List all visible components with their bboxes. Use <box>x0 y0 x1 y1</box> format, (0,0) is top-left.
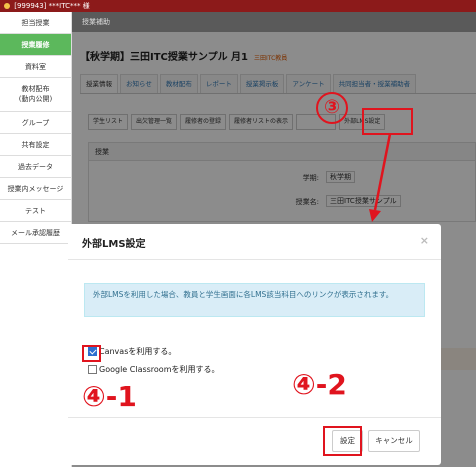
sidebar-item-past-data[interactable]: 過去データ <box>0 156 71 178</box>
highlight-save-button <box>323 426 362 456</box>
header-band: 授業補助 <box>72 12 476 32</box>
step4-1-callout: ④-1 <box>82 380 137 413</box>
cancel-button[interactable]: キャンセル <box>368 430 420 452</box>
sidebar-item-materials[interactable]: 教材配布 (動内公開) <box>0 78 71 112</box>
step3-badge: ③ <box>316 92 348 124</box>
sidebar: 担当授業 授業履修 資料室 教材配布 (動内公開) グループ 共有設定 過去デー… <box>0 12 72 467</box>
modal-header: 外部LMS設定 × <box>68 224 441 260</box>
sidebar-item-resources[interactable]: 資料室 <box>0 56 71 78</box>
sidebar-item-tests[interactable]: テスト <box>0 200 71 222</box>
sidebar-item-groups[interactable]: グループ <box>0 112 71 134</box>
canvas-option-label: Canvasを利用する。 <box>99 347 177 356</box>
modal-title: 外部LMS設定 <box>82 239 146 250</box>
canvas-option[interactable]: Canvasを利用する。 <box>88 347 176 357</box>
user-text: [999943] ***ITC*** 様 <box>14 2 90 10</box>
sidebar-item-messages[interactable]: 授業内メッセージ <box>0 178 71 200</box>
info-alert: 外部LMSを利用した場合、教員と学生画面に各LMS該当科目へのリンクが表示されま… <box>84 283 425 317</box>
step4-2-callout: ④-2 <box>292 368 347 401</box>
highlight-lms-tab <box>362 108 413 135</box>
sidebar-item-enrolled[interactable]: 授業履修 <box>0 34 71 56</box>
sidebar-item-sharing[interactable]: 共有設定 <box>0 134 71 156</box>
user-icon <box>4 3 10 9</box>
google-classroom-option-label: Google Classroomを利用する。 <box>99 365 220 374</box>
step3-callout: ③ <box>316 92 348 124</box>
external-lms-modal: 外部LMS設定 × 外部LMSを利用した場合、教員と学生画面に各LMS該当科目へ… <box>68 224 441 465</box>
google-classroom-option[interactable]: Google Classroomを利用する。 <box>88 365 220 375</box>
modal-footer: 設定 キャンセル <box>68 417 441 465</box>
google-classroom-checkbox[interactable] <box>88 365 97 374</box>
header-band-label: 授業補助 <box>82 18 110 26</box>
sidebar-item-mail-history[interactable]: メール承認履歴 <box>0 222 71 244</box>
sidebar-item-courses[interactable]: 担当授業 <box>0 12 71 34</box>
top-bar: [999943] ***ITC*** 様 <box>0 0 476 12</box>
close-icon[interactable]: × <box>420 234 429 247</box>
highlight-canvas-checkbox <box>82 345 101 362</box>
